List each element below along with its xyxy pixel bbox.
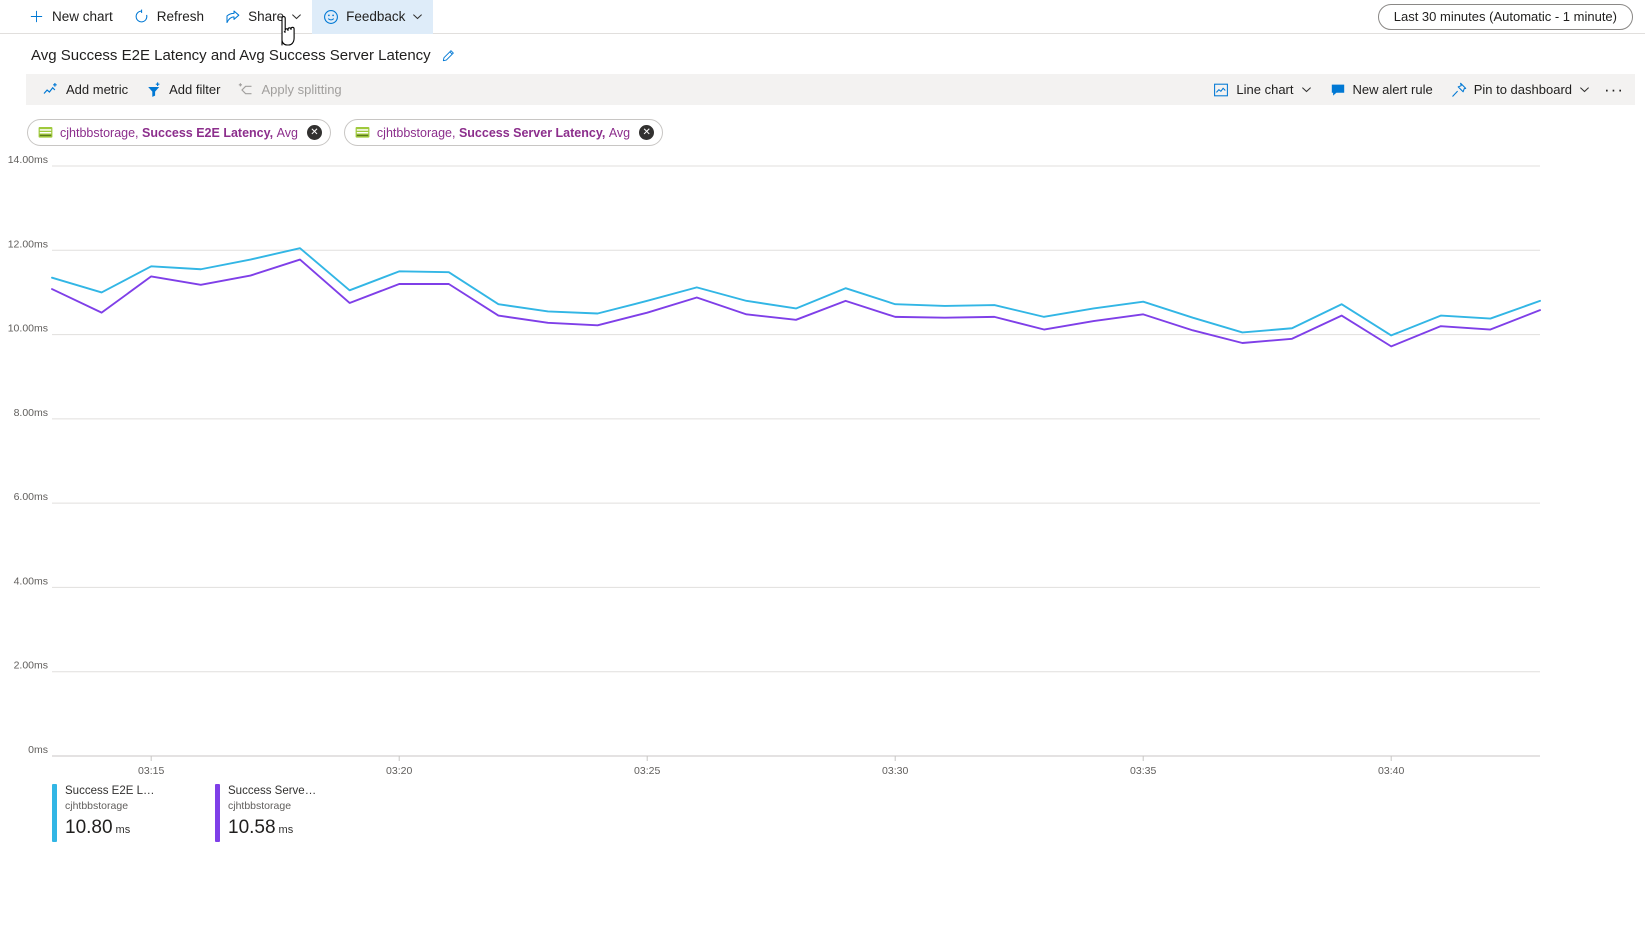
svg-text:14.00ms: 14.00ms bbox=[8, 156, 48, 166]
legend-series-name: Success Server Laten... bbox=[228, 784, 318, 798]
line-chart-icon bbox=[1213, 82, 1229, 98]
svg-text:03:15: 03:15 bbox=[138, 765, 164, 776]
page-title: Avg Success E2E Latency and Avg Success … bbox=[31, 47, 431, 64]
storage-account-icon bbox=[38, 126, 53, 139]
metric-chip-server-latency[interactable]: cjhtbbstorage, Success Server Latency, A… bbox=[344, 119, 663, 146]
refresh-button[interactable]: Refresh bbox=[123, 0, 214, 34]
alert-rule-icon bbox=[1330, 82, 1346, 98]
legend-item-e2e-latency[interactable]: Success E2E Latency ... cjhtbbstorage 10… bbox=[52, 784, 155, 842]
svg-text:03:25: 03:25 bbox=[634, 765, 660, 776]
feedback-label: Feedback bbox=[346, 9, 405, 24]
more-options-icon: ··· bbox=[1604, 80, 1624, 100]
chart-canvas[interactable]: 0ms 2.00ms 4.00ms 6.00ms 8.00ms 10.00ms 12.00m… bbox=[0, 156, 1645, 776]
legend-color-swatch bbox=[215, 784, 220, 842]
chip-resource-label: cjhtbbstorage, bbox=[60, 126, 139, 140]
svg-text:4.00ms: 4.00ms bbox=[14, 575, 48, 587]
new-chart-label: New chart bbox=[52, 9, 113, 24]
metrics-chart[interactable]: 0ms 2.00ms 4.00ms 6.00ms 8.00ms 10.00ms 12.00m… bbox=[0, 156, 1645, 776]
legend-value: 10.58ms bbox=[228, 816, 318, 842]
share-label: Share bbox=[248, 9, 284, 24]
svg-text:03:30: 03:30 bbox=[882, 765, 908, 776]
legend-value-unit: ms bbox=[116, 824, 131, 836]
apply-splitting-label: Apply splitting bbox=[261, 82, 341, 97]
chevron-down-icon bbox=[1579, 84, 1590, 95]
close-icon[interactable]: ✕ bbox=[307, 125, 322, 140]
new-alert-rule-label: New alert rule bbox=[1353, 82, 1433, 97]
add-filter-label: Add filter bbox=[169, 82, 220, 97]
new-chart-button[interactable]: New chart bbox=[18, 0, 123, 34]
share-icon bbox=[224, 8, 241, 25]
feedback-button[interactable]: Feedback bbox=[312, 0, 433, 34]
chart-type-button[interactable]: Line chart bbox=[1204, 74, 1320, 105]
svg-text:03:35: 03:35 bbox=[1130, 765, 1156, 776]
time-range-label: Last 30 minutes (Automatic - 1 minute) bbox=[1394, 9, 1617, 24]
pin-icon bbox=[1451, 82, 1467, 98]
top-toolbar: New chart Refresh Share bbox=[0, 0, 1645, 34]
legend-color-swatch bbox=[52, 784, 57, 842]
chevron-down-icon bbox=[1301, 84, 1312, 95]
chip-metric-label: Success Server Latency, bbox=[459, 126, 605, 140]
svg-text:03:20: 03:20 bbox=[386, 765, 412, 776]
refresh-icon bbox=[133, 8, 150, 25]
time-range-picker[interactable]: Last 30 minutes (Automatic - 1 minute) bbox=[1378, 4, 1633, 30]
legend-value-number: 10.58 bbox=[228, 817, 276, 838]
legend-resource-name: cjhtbbstorage bbox=[228, 799, 318, 813]
share-button[interactable]: Share bbox=[214, 0, 312, 34]
feedback-smiley-icon bbox=[322, 8, 339, 25]
more-options-button[interactable]: ··· bbox=[1599, 74, 1629, 105]
refresh-label: Refresh bbox=[157, 9, 204, 24]
chart-title-row: Avg Success E2E Latency and Avg Success … bbox=[0, 34, 1645, 74]
svg-text:2.00ms: 2.00ms bbox=[14, 660, 48, 672]
legend-value: 10.80ms bbox=[65, 816, 155, 842]
svg-text:03:40: 03:40 bbox=[1378, 765, 1404, 776]
add-filter-button[interactable]: Add filter bbox=[137, 74, 229, 105]
apply-splitting-icon bbox=[238, 82, 254, 98]
chart-type-label: Line chart bbox=[1236, 82, 1293, 97]
plus-icon bbox=[28, 8, 45, 25]
new-alert-rule-button[interactable]: New alert rule bbox=[1321, 74, 1442, 105]
add-metric-label: Add metric bbox=[66, 82, 128, 97]
chip-aggregation-label: Avg bbox=[609, 126, 630, 140]
chip-metric-label: Success E2E Latency, bbox=[142, 126, 273, 140]
pin-to-dashboard-label: Pin to dashboard bbox=[1474, 82, 1572, 97]
close-icon[interactable]: ✕ bbox=[639, 125, 654, 140]
storage-account-icon bbox=[355, 126, 370, 139]
legend-value-number: 10.80 bbox=[65, 817, 113, 838]
pin-to-dashboard-button[interactable]: Pin to dashboard bbox=[1442, 74, 1599, 105]
legend-resource-name: cjhtbbstorage bbox=[65, 799, 155, 813]
svg-text:6.00ms: 6.00ms bbox=[14, 491, 48, 503]
add-filter-icon bbox=[146, 82, 162, 98]
svg-text:12.00ms: 12.00ms bbox=[8, 238, 48, 250]
apply-splitting-button[interactable]: Apply splitting bbox=[229, 74, 350, 105]
metric-chips-row: cjhtbbstorage, Success E2E Latency, Avg … bbox=[0, 105, 1645, 146]
svg-text:0ms: 0ms bbox=[28, 744, 48, 756]
chevron-down-icon bbox=[412, 11, 423, 22]
pencil-icon[interactable] bbox=[441, 49, 455, 63]
add-metric-button[interactable]: Add metric bbox=[34, 74, 137, 105]
chip-resource-label: cjhtbbstorage, bbox=[377, 126, 456, 140]
add-metric-icon bbox=[43, 82, 59, 98]
chevron-down-icon bbox=[291, 11, 302, 22]
chart-legend: Success E2E Latency ... cjhtbbstorage 10… bbox=[0, 776, 1645, 842]
legend-item-server-latency[interactable]: Success Server Laten... cjhtbbstorage 10… bbox=[215, 784, 318, 842]
svg-text:8.00ms: 8.00ms bbox=[14, 407, 48, 419]
chip-aggregation-label: Avg bbox=[277, 126, 298, 140]
chart-command-bar: Add metric Add filter Apply splitting bbox=[26, 74, 1635, 105]
metric-chip-e2e-latency[interactable]: cjhtbbstorage, Success E2E Latency, Avg … bbox=[27, 119, 331, 146]
svg-text:10.00ms: 10.00ms bbox=[8, 323, 48, 335]
legend-series-name: Success E2E Latency ... bbox=[65, 784, 155, 798]
legend-value-unit: ms bbox=[279, 824, 294, 836]
